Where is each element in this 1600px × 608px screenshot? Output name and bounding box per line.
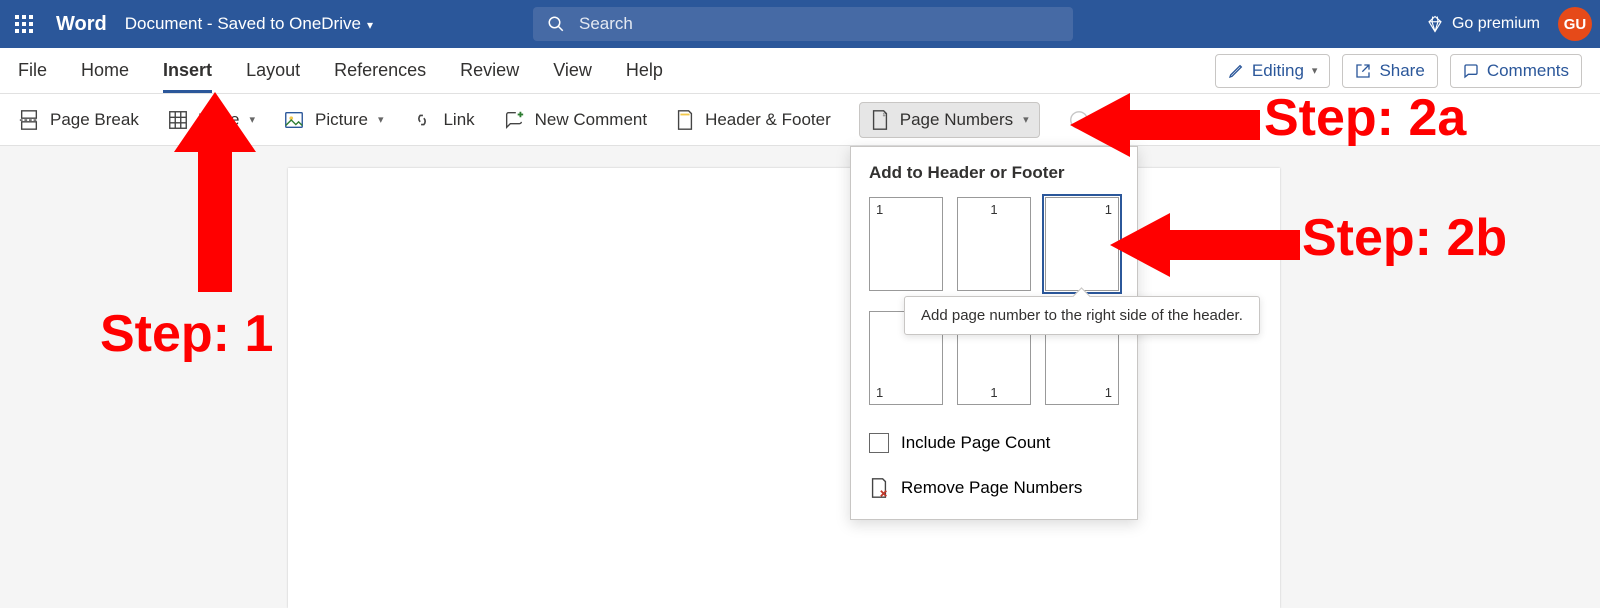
annotation-arrow-step2b [1110,210,1300,280]
share-label: Share [1379,61,1424,81]
new-comment-label: New Comment [535,110,647,130]
tab-references[interactable]: References [334,60,426,81]
picture-label: Picture [315,110,368,130]
tooltip: Add page number to the right side of the… [904,296,1260,335]
avatar-initials: GU [1564,16,1587,33]
option-header-center[interactable]: 1 [957,197,1031,291]
app-launcher-icon[interactable] [0,15,48,33]
document-title[interactable]: Document - Saved to OneDrive ▾ [125,14,373,34]
new-comment-icon [503,109,525,131]
header-options-row: 1 1 1 [851,193,1137,307]
option-header-left[interactable]: 1 [869,197,943,291]
chevron-down-icon: ▾ [1023,113,1029,126]
picture-button[interactable]: Picture ▾ [283,109,383,131]
header-footer-button[interactable]: Header & Footer [675,109,831,131]
include-page-count-label: Include Page Count [901,433,1050,453]
document-title-text: Document - Saved to OneDrive [125,14,361,34]
editing-label: Editing [1252,61,1304,81]
app-name: Word [56,13,107,36]
page-numbers-icon: # [870,109,890,131]
annotation-label-step2b: Step: 2b [1302,208,1507,268]
annotation-arrow-step1 [170,92,260,292]
page-break-label: Page Break [50,110,139,130]
avatar[interactable]: GU [1558,7,1592,41]
tab-view[interactable]: View [553,60,592,81]
link-icon [411,109,433,131]
new-comment-button[interactable]: New Comment [503,109,647,131]
search-box[interactable] [533,7,1073,41]
tab-help[interactable]: Help [626,60,663,81]
chevron-down-icon: ▾ [1312,64,1318,77]
go-premium-button[interactable]: Go premium [1426,15,1540,33]
editing-mode-button[interactable]: Editing ▾ [1215,54,1331,88]
page-break-button[interactable]: Page Break [18,109,139,131]
search-icon [547,15,565,33]
checkbox-icon [869,433,889,453]
share-icon [1355,63,1371,79]
page-numbers-button[interactable]: # Page Numbers ▾ [859,102,1040,138]
search-input[interactable] [579,14,1059,34]
annotation-label-step1: Step: 1 [100,304,273,364]
share-button[interactable]: Share [1342,54,1437,88]
page-break-icon [18,109,40,131]
link-label: Link [443,110,474,130]
tab-home[interactable]: Home [81,60,129,81]
premium-icon [1426,15,1444,33]
tab-layout[interactable]: Layout [246,60,300,81]
title-bar: Word Document - Saved to OneDrive ▾ Go p… [0,0,1600,48]
tab-file[interactable]: File [18,60,47,81]
remove-label: Remove Page Numbers [901,478,1082,498]
tab-review[interactable]: Review [460,60,519,81]
annotation-label-step2a: Step: 2a [1264,88,1466,148]
comments-button[interactable]: Comments [1450,54,1582,88]
remove-page-numbers-button[interactable]: Remove Page Numbers [851,465,1137,511]
link-button[interactable]: Link [411,109,474,131]
comment-icon [1463,63,1479,79]
tab-insert[interactable]: Insert [163,60,212,81]
picture-icon [283,109,305,131]
annotation-arrow-step2a [1070,90,1260,160]
chevron-down-icon: ▾ [367,18,373,32]
comments-label: Comments [1487,61,1569,81]
pencil-icon [1228,63,1244,79]
go-premium-label: Go premium [1452,15,1540,33]
header-footer-icon [675,109,695,131]
option-header-right[interactable]: 1 [1045,197,1119,291]
remove-icon [869,477,889,499]
header-footer-label: Header & Footer [705,110,831,130]
page-numbers-label: Page Numbers [900,110,1013,130]
include-page-count-checkbox[interactable]: Include Page Count [851,421,1137,465]
chevron-down-icon: ▾ [378,113,384,126]
